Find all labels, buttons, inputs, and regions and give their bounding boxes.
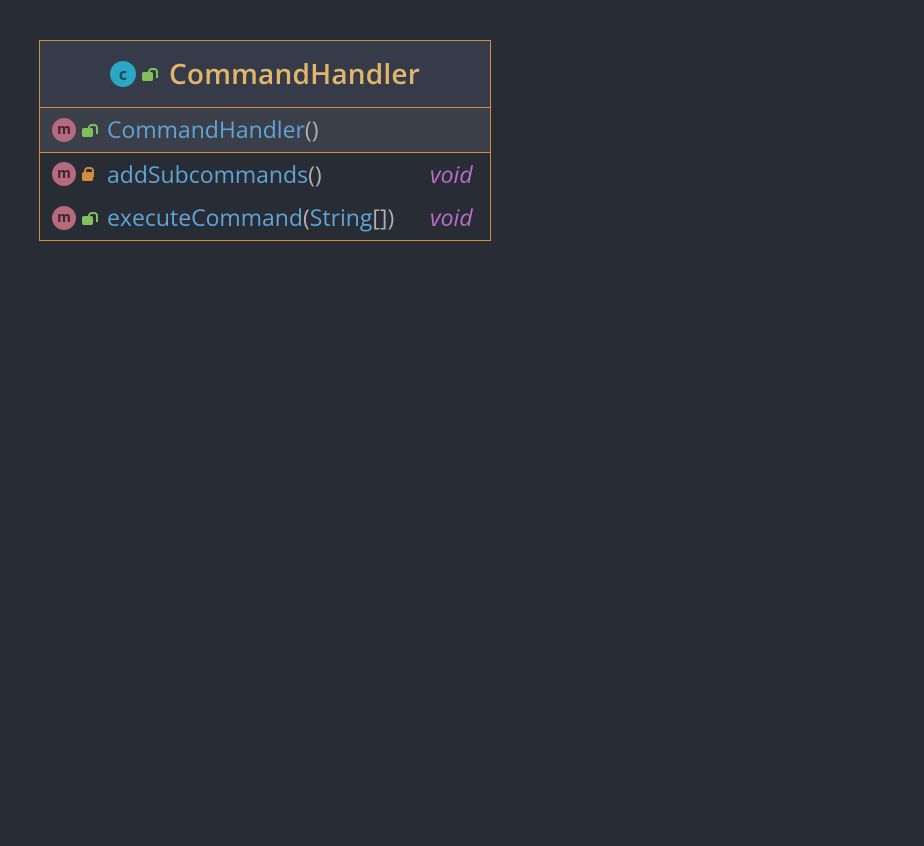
param-type: String: [310, 201, 373, 233]
class-icon: c: [110, 61, 136, 87]
return-type: void: [430, 204, 478, 232]
lock-closed-icon: [82, 172, 93, 181]
paren-close: ): [312, 113, 319, 145]
lock-open-icon: [82, 216, 93, 225]
constructor-signature: CommandHandler(): [107, 116, 418, 144]
member-name: executeCommand: [107, 201, 303, 233]
paren-close: ): [387, 201, 394, 233]
paren-open: (: [305, 113, 312, 145]
return-type: void: [430, 161, 478, 189]
class-box-commandhandler[interactable]: c CommandHandler m CommandHandler() m ad…: [39, 40, 491, 241]
class-title: CommandHandler: [169, 55, 420, 93]
constructor-row[interactable]: m CommandHandler(): [40, 108, 490, 152]
constructors-section: m CommandHandler(): [40, 108, 490, 153]
member-name: addSubcommands: [107, 158, 308, 190]
lock-open-icon: [142, 72, 153, 81]
member-name: CommandHandler: [107, 113, 305, 145]
lock-open-icon: [82, 128, 93, 137]
array-brackets: []: [372, 201, 387, 233]
method-icon: m: [52, 206, 76, 230]
method-icon: m: [52, 118, 76, 142]
method-row[interactable]: m executeCommand(String[]) void: [40, 196, 490, 240]
paren-open: (: [303, 201, 310, 233]
paren-close: ): [315, 158, 322, 190]
methods-section: m addSubcommands() void m executeCommand…: [40, 153, 490, 240]
method-signature: executeCommand(String[]): [107, 204, 418, 232]
diagram-canvas: c CommandHandler m CommandHandler() m ad…: [0, 0, 924, 846]
method-signature: addSubcommands(): [107, 161, 418, 189]
class-header[interactable]: c CommandHandler: [40, 41, 490, 108]
method-row[interactable]: m addSubcommands() void: [40, 153, 490, 197]
method-icon: m: [52, 162, 76, 186]
paren-open: (: [308, 158, 315, 190]
